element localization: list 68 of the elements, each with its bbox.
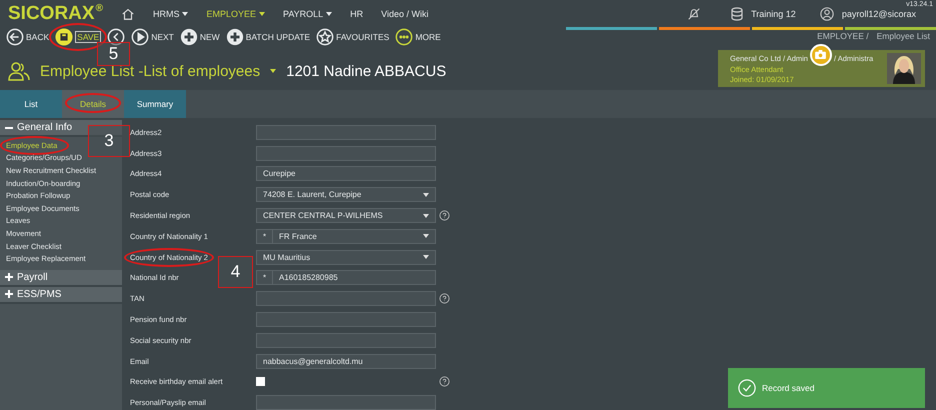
- input-field[interactable]: * A160185280985: [256, 270, 436, 286]
- sidebar-section[interactable]: Payroll: [0, 270, 122, 287]
- home-icon[interactable]: [120, 7, 135, 21]
- help-icon[interactable]: [438, 376, 450, 388]
- step-callout: 4: [218, 256, 253, 288]
- input-field[interactable]: Curepipe: [256, 166, 436, 182]
- database-icon: [731, 7, 744, 21]
- input-field[interactable]: [256, 395, 436, 410]
- record-title: 1201 Nadine ABBACUS: [286, 62, 446, 80]
- menu-item[interactable]: Video / Wiki: [381, 9, 429, 19]
- breadcrumb-item: Employee List: [876, 31, 930, 41]
- input-field[interactable]: nabbacus@generalcoltd.mu: [256, 354, 436, 369]
- users-icon: [8, 61, 30, 81]
- select-field[interactable]: * FR France: [256, 228, 436, 244]
- input-field[interactable]: [256, 312, 436, 328]
- caret-icon: [182, 12, 188, 16]
- app-logo: SICORAX®: [8, 3, 103, 25]
- plus-icon: [5, 273, 13, 282]
- menu-item[interactable]: HR: [350, 9, 364, 19]
- highlight-ellipse: [49, 23, 108, 51]
- breadcrumb-item[interactable]: EMPLOYEE /: [817, 31, 869, 41]
- next-button[interactable]: NEXT: [131, 28, 174, 46]
- tab[interactable]: List: [0, 90, 62, 118]
- step-callout: 3: [88, 125, 130, 157]
- select-field[interactable]: 74208 E. Laurent, Curepipe: [256, 187, 436, 202]
- star-icon: [316, 28, 334, 46]
- back-icon: [107, 28, 126, 46]
- input-field[interactable]: [256, 124, 436, 140]
- caret-icon: [270, 69, 276, 73]
- play-icon: [131, 28, 150, 46]
- select-field[interactable]: MU Mauritius: [256, 250, 436, 265]
- highlight-ellipse: [0, 136, 70, 155]
- more-icon: [395, 28, 414, 46]
- database-name: Training 12: [751, 9, 796, 19]
- tab[interactable]: Details: [62, 90, 124, 118]
- more-button[interactable]: MORE: [395, 28, 441, 46]
- caret-icon: [258, 12, 265, 16]
- step-callout: 5: [97, 42, 130, 66]
- input-field[interactable]: [256, 146, 436, 161]
- menu-item[interactable]: EMPLOYEE: [206, 9, 265, 19]
- user-name[interactable]: payroll12@sicorax: [842, 9, 916, 19]
- plus-icon: [226, 28, 244, 46]
- save-button[interactable]: SAVE: [55, 28, 102, 46]
- muted-bell-icon[interactable]: [687, 7, 702, 21]
- input-field[interactable]: [256, 332, 436, 348]
- caret-icon: [326, 12, 332, 16]
- help-icon[interactable]: [438, 210, 450, 222]
- help-icon[interactable]: [438, 293, 450, 304]
- add-button[interactable]: BATCH UPDATE: [226, 28, 310, 46]
- select-field[interactable]: CENTER CENTRAL P-WILHEMS: [256, 208, 436, 224]
- add-button[interactable]: NEW: [180, 28, 220, 46]
- check-circle-icon: [738, 379, 756, 397]
- floppy-disk-icon: [55, 28, 74, 46]
- sidebar-section[interactable]: ESS/PMS: [0, 286, 122, 304]
- toast-message: Record saved: [762, 383, 814, 393]
- checkbox[interactable]: [256, 377, 265, 386]
- star-button[interactable]: FAVOURITES: [316, 28, 390, 46]
- input-field[interactable]: [256, 291, 436, 306]
- highlight-ellipse: [65, 93, 121, 113]
- user-icon[interactable]: [820, 7, 834, 21]
- menu-item[interactable]: HRMS: [152, 9, 188, 19]
- plus-icon: [5, 290, 13, 298]
- menu-item[interactable]: PAYROLL: [282, 9, 332, 19]
- plus-icon: [180, 28, 198, 46]
- prev-button[interactable]: [107, 28, 126, 46]
- tab[interactable]: Summary: [124, 90, 186, 118]
- camera-icon[interactable]: [810, 44, 832, 66]
- back-button[interactable]: BACK: [6, 28, 50, 46]
